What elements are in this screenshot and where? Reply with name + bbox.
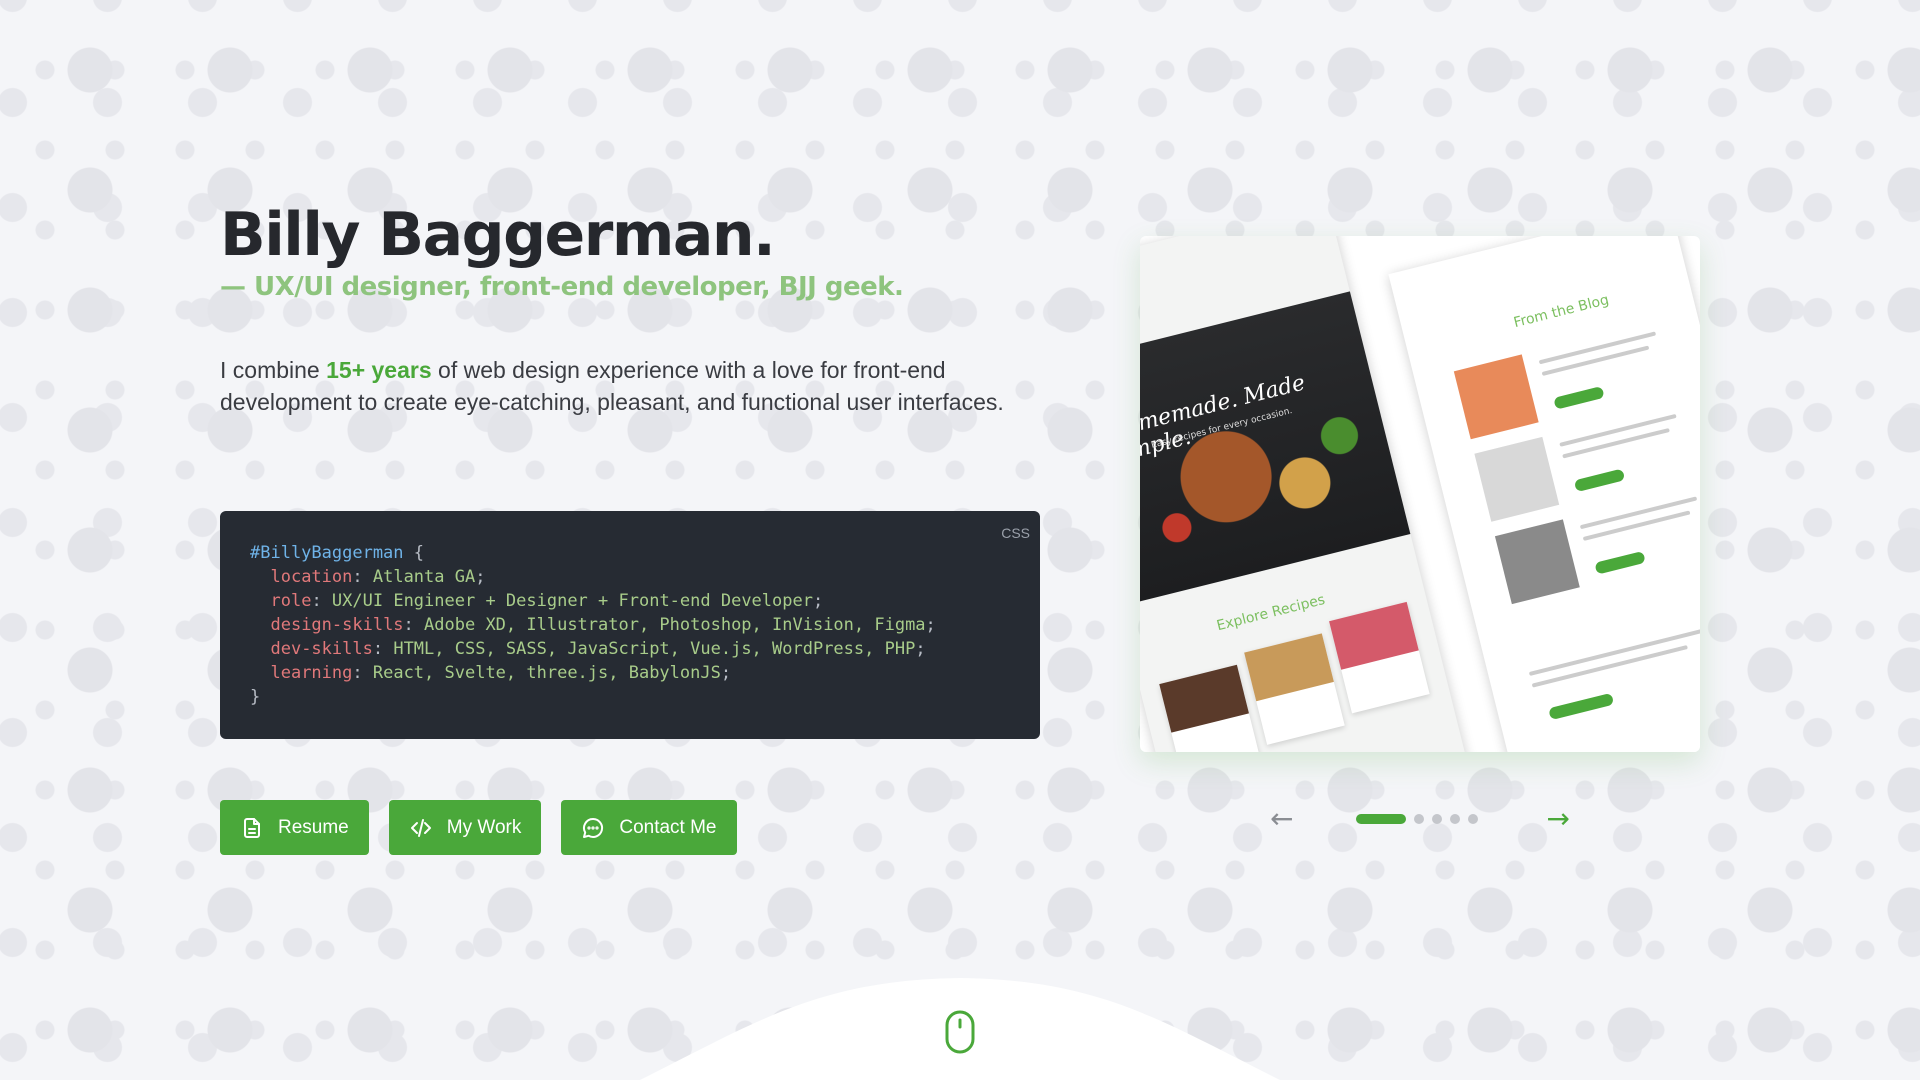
code-value: Atlanta GA [372, 567, 476, 587]
code-property: learning [270, 663, 353, 683]
slide-recipe-card [1244, 633, 1345, 745]
code-value: Adobe XD, Illustrator, Photoshop, InVisi… [424, 615, 926, 635]
code-declarations: location: Atlanta GA; role: UX/UI Engine… [250, 565, 1010, 685]
portfolio-carousel: Homemade. Made simple. Easy recipes for … [1140, 236, 1700, 752]
slide-recipe-card [1329, 601, 1430, 714]
carousel-dot[interactable] [1468, 814, 1478, 824]
intro-highlight: 15+ years [326, 357, 432, 383]
my-work-button-label: My Work [446, 816, 522, 838]
code-close-brace: } [250, 687, 261, 707]
carousel-slide[interactable]: Homemade. Made simple. Easy recipes for … [1140, 236, 1700, 752]
resume-button-label: Resume [278, 816, 349, 838]
slide-blog-heading: From the Blog [1512, 291, 1611, 332]
tagline: — UX/UI designer, front-end developer, B… [220, 272, 904, 302]
code-icon [410, 818, 431, 837]
carousel-controls: ← → [1270, 804, 1570, 834]
code-value: HTML, CSS, SASS, JavaScript, Vue.js, Wor… [393, 639, 916, 659]
slide-blog-button [1594, 550, 1646, 575]
page-title: Billy Baggerman. [220, 200, 776, 270]
hero-section: Billy Baggerman. — UX/UI designer, front… [220, 200, 1040, 418]
slide-explore-heading: Explore Recipes [1215, 591, 1327, 635]
slide-blog-thumb [1474, 436, 1560, 522]
code-selector-line: #BillyBaggerman { [250, 541, 1010, 565]
slide-blog-button [1573, 468, 1626, 493]
action-buttons: Resume My Work Contact Me [220, 800, 737, 855]
chat-bubble-icon [583, 817, 604, 838]
carousel-dot[interactable] [1356, 814, 1406, 824]
arrow-left-icon[interactable]: ← [1270, 805, 1293, 833]
intro-text-start: I combine [220, 357, 327, 383]
slide-blog-button [1553, 385, 1605, 410]
code-property: location [270, 567, 353, 587]
contact-button[interactable]: Contact Me [561, 800, 737, 855]
carousel-dots [1356, 814, 1478, 824]
code-declaration: dev-skills: HTML, CSS, SASS, JavaScript,… [270, 639, 926, 659]
code-open-brace: { [403, 543, 425, 563]
document-icon [244, 817, 260, 838]
code-declaration: learning: React, Svelte, three.js, Babyl… [270, 663, 732, 683]
code-declaration: design-skills: Adobe XD, Illustrator, Ph… [270, 615, 936, 635]
mouse-icon[interactable] [945, 1010, 975, 1054]
slide-blog-thumb [1453, 354, 1539, 440]
slide-recipe-card [1159, 664, 1260, 752]
contact-button-label: Contact Me [619, 816, 717, 838]
code-declaration: role: UX/UI Engineer + Designer + Front-… [270, 591, 824, 611]
arrow-right-icon[interactable]: → [1547, 805, 1570, 833]
carousel-dot[interactable] [1432, 814, 1442, 824]
slide-download-button [1548, 692, 1615, 721]
resume-button[interactable]: Resume [220, 800, 369, 855]
code-block: CSS #BillyBaggerman { location: Atlanta … [220, 511, 1040, 739]
code-property: dev-skills [270, 639, 373, 659]
carousel-dot[interactable] [1450, 814, 1460, 824]
intro-paragraph: I combine 15+ years of web design experi… [220, 354, 1020, 418]
code-selector: #BillyBaggerman [250, 543, 404, 563]
code-value: UX/UI Engineer + Designer + Front-end De… [331, 591, 813, 611]
carousel-dot[interactable] [1414, 814, 1424, 824]
code-property: design-skills [270, 615, 404, 635]
code-value: React, Svelte, three.js, BabylonJS [372, 663, 721, 683]
code-declaration: location: Atlanta GA; [270, 567, 486, 587]
slide-blog-thumb [1494, 519, 1580, 605]
code-language-label: CSS [1001, 525, 1030, 541]
code-close-line: } [250, 685, 1010, 709]
code-property: role [270, 591, 312, 611]
my-work-button[interactable]: My Work [388, 800, 542, 855]
